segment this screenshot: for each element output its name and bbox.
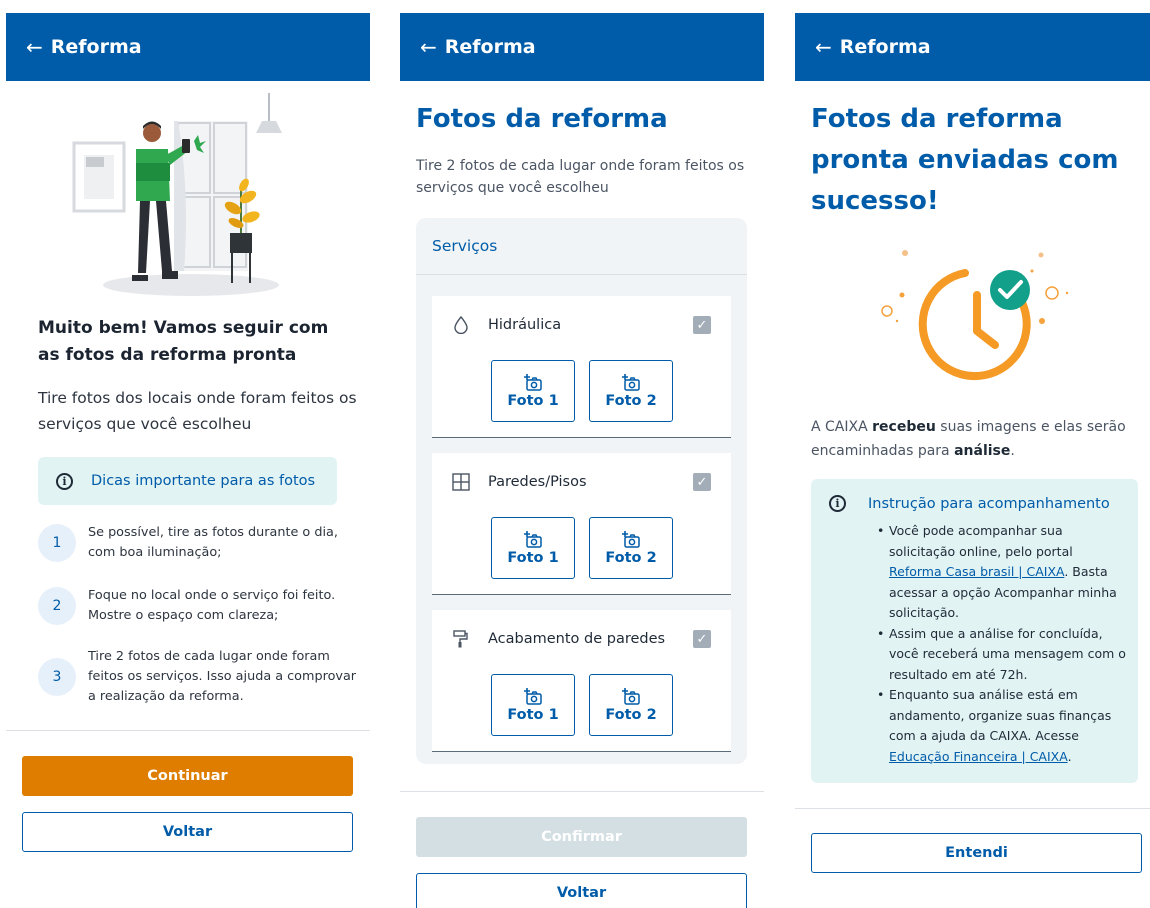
message-text: A CAIXA: [811, 419, 873, 435]
instruction-item: Você pode acompanhar sua solicitação onl…: [877, 521, 1127, 624]
grid-icon: [452, 473, 470, 491]
add-camera-icon: [622, 688, 640, 705]
photo-2-button[interactable]: Foto 2: [589, 360, 673, 422]
understood-button[interactable]: Entendi: [811, 833, 1142, 873]
photo-1-label: Foto 1: [507, 550, 559, 566]
add-camera-icon: [524, 374, 542, 391]
service-card-hidraulica: Hidráulica ✓ Foto 1 Foto 2: [432, 296, 731, 438]
success-title: Fotos da reforma pronta enviadas com suc…: [811, 104, 1119, 216]
instructions-list: Você pode acompanhar sua solicitação onl…: [877, 521, 1127, 767]
step-number: 1: [38, 524, 76, 562]
service-name: Hidráulica: [488, 317, 562, 333]
follow-up-instructions: i Instrução para acompanhamento Você pod…: [811, 479, 1138, 783]
arrow-left-icon[interactable]: ←: [815, 37, 832, 57]
service-card-acabamento: Acabamento de paredes ✓ Foto 1 Foto 2: [432, 610, 731, 752]
add-camera-icon: [524, 688, 542, 705]
screen-intro: ← Reforma Muito bem! Vamos seguir com as…: [6, 13, 370, 908]
page-title: Fotos da reforma: [416, 104, 668, 134]
clock-check-icon: [881, 250, 1069, 381]
photo-2-label: Foto 2: [605, 550, 657, 566]
app-bar-title: Reforma: [50, 36, 142, 58]
photo-1-button[interactable]: Foto 1: [491, 360, 575, 422]
info-icon: i: [56, 472, 73, 490]
tip-step: 3 Tire 2 fotos de cada lugar onde foram …: [38, 647, 358, 707]
footer-divider: [795, 808, 1150, 809]
service-checkbox[interactable]: ✓: [693, 316, 711, 334]
arrow-left-icon[interactable]: ←: [420, 37, 437, 57]
service-name: Acabamento de paredes: [488, 631, 666, 647]
services-panel: Serviços Hidráulica ✓ Foto 1 Foto 2 Pare…: [416, 218, 747, 764]
screen-success: ← Reforma Fotos da reforma pronta enviad…: [795, 13, 1150, 908]
arrow-left-icon[interactable]: ←: [26, 37, 43, 57]
tip-step: 2 Foque no local onde o serviço foi feit…: [38, 586, 358, 626]
photo-1-label: Foto 1: [507, 393, 559, 409]
step-text: Tire 2 fotos de cada lugar onde foram fe…: [88, 649, 357, 704]
photo-2-button[interactable]: Foto 2: [589, 517, 673, 579]
service-card-paredes-pisos: Paredes/Pisos ✓ Foto 1 Foto 2: [432, 453, 731, 595]
screen-photos: ← Reforma Fotos da reforma Tire 2 fotos …: [400, 13, 764, 908]
water-drop-icon: [452, 316, 470, 334]
message-bold-received: recebeu: [872, 419, 936, 435]
continue-button[interactable]: Continuar: [22, 756, 353, 796]
service-checkbox[interactable]: ✓: [693, 630, 711, 648]
footer-divider: [6, 730, 370, 731]
instruction-text: Enquanto sua análise está em andamento, …: [889, 687, 1112, 743]
info-icon: i: [829, 495, 846, 512]
photo-1-label: Foto 1: [507, 707, 559, 723]
person-photographing-illustration: [72, 93, 282, 296]
step-number: 3: [38, 658, 76, 696]
app-bar: ← Reforma: [6, 13, 370, 81]
instruction-item: Assim que a análise for concluída, você …: [877, 624, 1127, 686]
photo-2-label: Foto 2: [605, 393, 657, 409]
back-button[interactable]: Voltar: [416, 873, 747, 908]
add-camera-icon: [622, 531, 640, 548]
service-name: Paredes/Pisos: [488, 474, 587, 490]
message-text: .: [1010, 443, 1015, 459]
app-bar: ← Reforma: [795, 13, 1150, 81]
photo-tips-label: Dicas importante para as fotos: [91, 473, 316, 489]
photo-1-button[interactable]: Foto 1: [491, 674, 575, 736]
page-subtitle: Tire 2 fotos de cada lugar onde foram fe…: [416, 158, 745, 196]
confirm-button[interactable]: Confirmar: [416, 817, 747, 857]
add-camera-icon: [622, 374, 640, 391]
services-heading: Serviços: [416, 218, 747, 275]
add-camera-icon: [524, 531, 542, 548]
intro-subtitle: Tire fotos dos locais onde foram feitos …: [38, 389, 357, 433]
photo-1-button[interactable]: Foto 1: [491, 517, 575, 579]
reforma-casa-brasil-link[interactable]: Reforma Casa brasil | CAIXA: [889, 564, 1064, 579]
instruction-text: .: [1067, 748, 1072, 764]
paint-roller-icon: [452, 630, 470, 648]
instruction-text: Assim que a análise for concluída, você …: [889, 625, 1126, 682]
instruction-text: Você pode acompanhar sua solicitação onl…: [889, 523, 1073, 559]
step-text: Se possível, tire as fotos durante o dia…: [88, 525, 338, 560]
service-checkbox[interactable]: ✓: [693, 473, 711, 491]
instruction-item: Enquanto sua análise está em andamento, …: [877, 685, 1127, 767]
photo-tips-banner[interactable]: i Dicas importante para as fotos: [38, 457, 337, 505]
app-bar-title: Reforma: [839, 36, 931, 58]
step-number: 2: [38, 587, 76, 625]
intro-heading: Muito bem! Vamos seguir com as fotos da …: [38, 318, 329, 365]
back-button[interactable]: Voltar: [22, 812, 353, 852]
instructions-title: Instrução para acompanhamento: [868, 495, 1110, 512]
message-bold-analysis: análise: [954, 443, 1011, 459]
tip-step: 1 Se possível, tire as fotos durante o d…: [38, 523, 358, 563]
step-text: Foque no local onde o serviço foi feito.…: [88, 588, 336, 623]
app-bar-title: Reforma: [444, 36, 536, 58]
app-bar: ← Reforma: [400, 13, 764, 81]
success-message: A CAIXA recebeu suas imagens e elas serã…: [811, 415, 1150, 463]
educacao-financeira-link[interactable]: Educação Financeira | CAIXA: [889, 749, 1068, 764]
footer-divider: [400, 791, 764, 792]
photo-2-label: Foto 2: [605, 707, 657, 723]
photo-2-button[interactable]: Foto 2: [589, 674, 673, 736]
